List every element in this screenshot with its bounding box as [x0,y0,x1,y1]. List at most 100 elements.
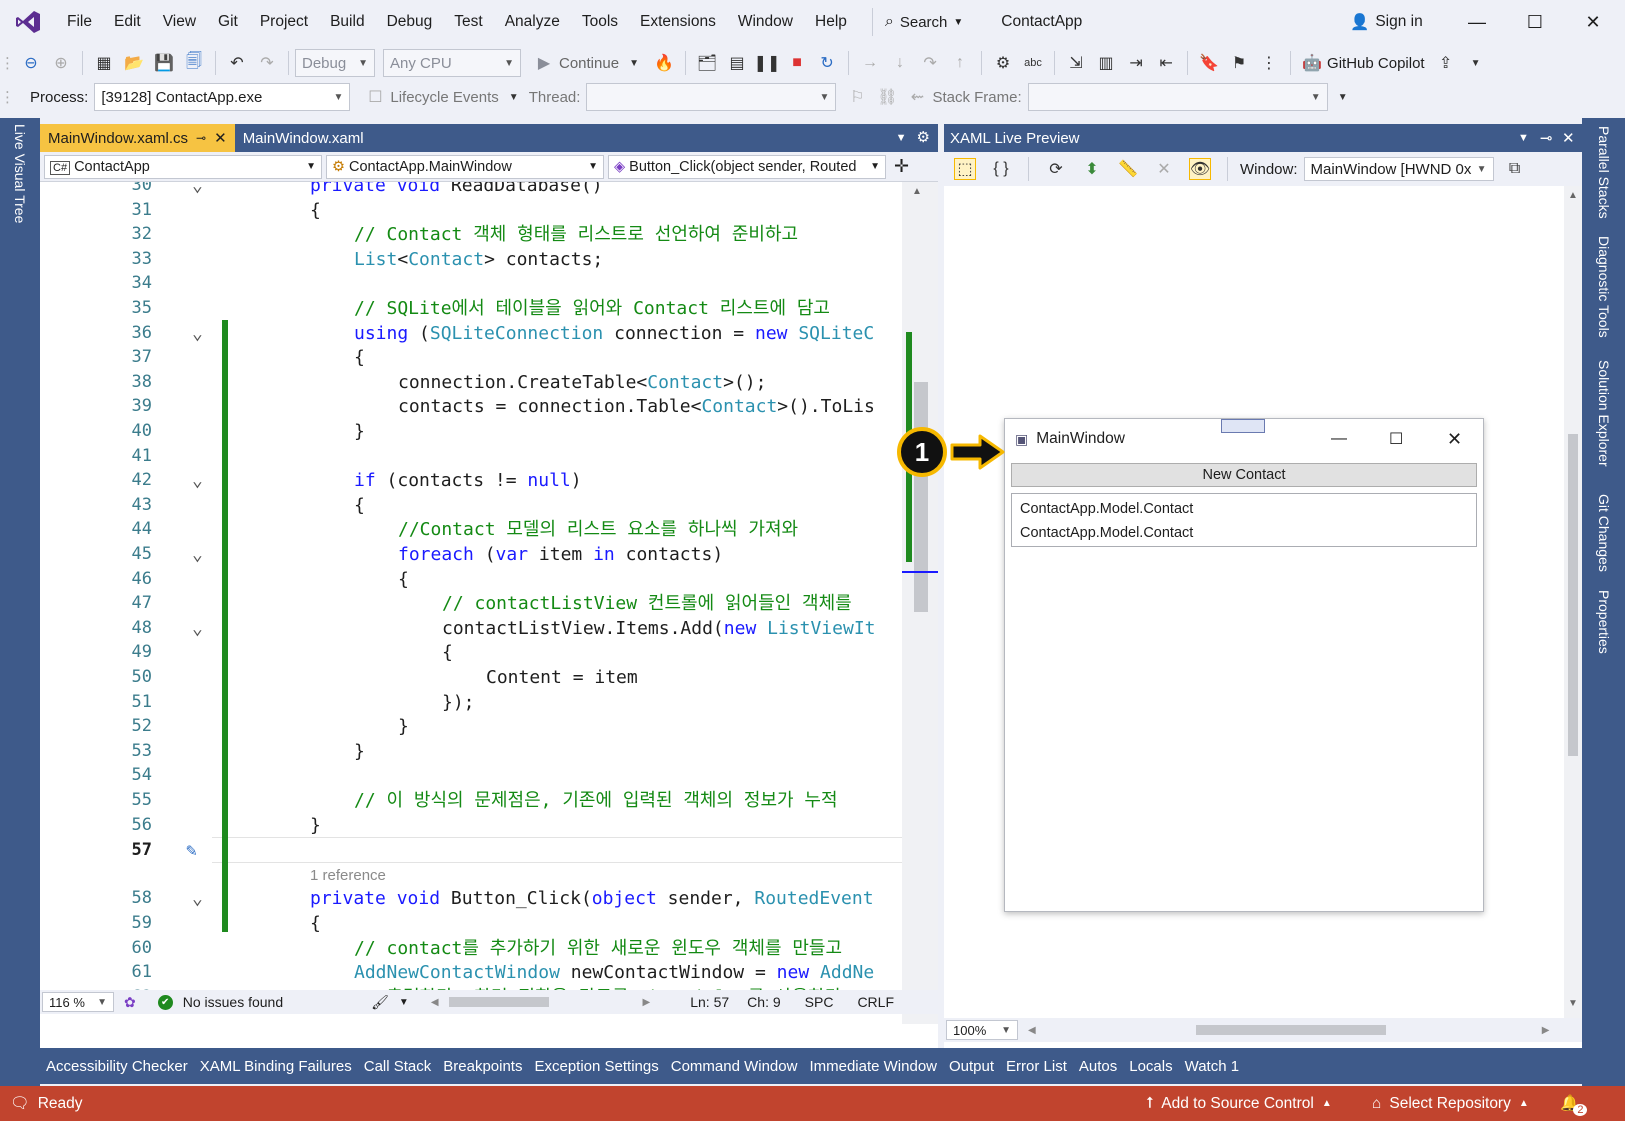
format-icon[interactable]: ⇲ [1065,52,1087,74]
column-indicator[interactable]: Ch: 9 [747,994,780,1010]
menu-view[interactable]: View [152,0,207,44]
code-line-60[interactable]: 60 // contact를 추가하기 위한 새로운 윈도우 객체를 만들고 [40,936,902,961]
tool-tab-watch-1[interactable]: Watch 1 [1179,1058,1245,1075]
stack-frame-select[interactable]: ▼ [1027,83,1328,111]
preview-vertical-scrollbar[interactable]: ▲ ▼ [1564,186,1582,1018]
step-out-icon[interactable]: ↑ [949,52,971,74]
tool-tab-xaml-binding-failures[interactable]: XAML Binding Failures [194,1058,358,1075]
search-button[interactable]: ⌕ Search ▼ [871,8,963,36]
forward-icon[interactable]: ⊕ [50,52,72,74]
scroll-down-icon[interactable]: ▼ [1568,998,1578,1009]
code-line-44[interactable]: 44 //Contact 모델의 리스트 요소를 하나씩 가져와 [40,517,902,542]
tool-tab-command-window[interactable]: Command Window [665,1058,804,1075]
maximize-button[interactable]: ☐ [1508,0,1562,44]
code-line-46[interactable]: 46 { [40,567,902,592]
step-into-icon[interactable]: ↓ [889,52,911,74]
binding-icon[interactable]: { } [990,158,1012,180]
chevron-down-icon[interactable]: ▼ [1465,52,1487,74]
code-line-37[interactable]: 37 { [40,345,902,370]
continue-button[interactable]: Continue [559,55,619,72]
menu-file[interactable]: File [56,0,103,44]
menu-build[interactable]: Build [319,0,375,44]
diagnostic-tools-tab[interactable]: Diagnostic Tools [1596,236,1612,338]
menu-extensions[interactable]: Extensions [629,0,727,44]
code-line-49[interactable]: 49 { [40,640,902,665]
adorner-icon[interactable]: ⬍ [1081,158,1103,180]
git-changes-tab[interactable]: Git Changes [1596,494,1612,572]
wpf-minimize-button[interactable]: — [1331,430,1347,448]
tool-tab-accessibility-checker[interactable]: Accessibility Checker [40,1058,194,1075]
menu-debug[interactable]: Debug [376,0,444,44]
member-select[interactable]: ◈ Button_Click(object sender, Routed ▼ [608,154,886,179]
tab-list-chevron-icon[interactable]: ▼ [896,124,907,152]
h-scroll-right-icon[interactable]: ▶ [643,997,651,1008]
cleanup-brush-icon[interactable]: 🖌 [371,994,389,1011]
scroll-up-icon[interactable]: ▲ [912,186,922,197]
tool-tab-locals[interactable]: Locals [1123,1058,1178,1075]
lifecycle-events-button[interactable]: Lifecycle Events [390,89,498,106]
menu-help[interactable]: Help [804,0,858,44]
outdent-icon[interactable]: ⇤ [1155,52,1177,74]
code-line-30[interactable]: 30 ⌄ private void ReadDatabase() [40,182,902,198]
list-item[interactable]: ContactApp.Model.Contact [1020,498,1468,522]
solution-explorer-tab[interactable]: Solution Explorer [1596,360,1612,467]
tool-tab-breakpoints[interactable]: Breakpoints [437,1058,528,1075]
debug-tools-icon[interactable]: ⚙ [992,52,1014,74]
code-line-53[interactable]: 53} [40,739,902,764]
menu-test[interactable]: Test [443,0,493,44]
fold-chevron-icon[interactable]: ⌄ [192,542,203,567]
ruler-icon[interactable]: 📏 [1117,158,1139,180]
select-repository-button[interactable]: ⌂ Select Repository ▲ [1372,1095,1529,1113]
github-copilot-button[interactable]: GitHub Copilot [1327,55,1425,72]
share-icon[interactable]: ⇪ [1435,52,1457,74]
h-scroll-thumb[interactable] [448,997,549,1007]
tab-mainwindow-xaml-cs[interactable]: MainWindow.xaml.cs ⊸ ✕ [40,124,235,152]
menu-git[interactable]: Git [207,0,249,44]
scroll-thumb[interactable] [914,382,928,612]
step-over-icon[interactable]: ↷ [919,52,941,74]
config-select[interactable]: Debug ▼ [295,49,375,77]
tool-tab-exception-settings[interactable]: Exception Settings [528,1058,664,1075]
lifecycle-icon[interactable]: ☐ [364,86,386,108]
code-line-61[interactable]: 61 AddNewContactWindow newContactWindow =… [40,960,902,985]
code-line-43[interactable]: 43 { [40,493,902,518]
new-project-icon[interactable]: ▦ [93,52,115,74]
code-line-54[interactable]: 54 [40,763,902,788]
wpf-close-button[interactable]: ✕ [1447,429,1462,450]
intellicode-icon[interactable]: ✿ [124,994,136,1011]
code-line-35[interactable]: 35 // SQLite에서 테이블을 읽어와 Contact 리스트에 담고 [40,296,902,321]
back-icon[interactable]: ⊖ [20,52,42,74]
tool-tab-error-list[interactable]: Error List [1000,1058,1073,1075]
editor-vertical-scrollbar[interactable]: ▲ ▼ [902,182,938,1024]
list-item[interactable]: ContactApp.Model.Contact [1020,522,1468,546]
preview-zoom-select[interactable]: 100% ▼ [946,1020,1018,1040]
restart-icon[interactable]: ↻ [816,52,838,74]
code-line-45[interactable]: 45 ⌄ foreach (var item in contacts) [40,542,902,567]
tool-tab-immediate-window[interactable]: Immediate Window [803,1058,943,1075]
sign-in-button[interactable]: 👤 Sign in [1350,0,1423,44]
code-line-50[interactable]: 50 Content = item [40,665,902,690]
hot-reload-icon[interactable]: ⟳ [1045,158,1067,180]
pin-icon[interactable]: ⊸ [196,131,206,145]
h-scroll-left-icon[interactable]: ◀ [431,997,439,1008]
properties-tab[interactable]: Properties [1596,590,1612,654]
hot-reload-icon[interactable]: 🔥 [653,52,675,74]
menu-project[interactable]: Project [249,0,319,44]
scroll-thumb[interactable] [1568,434,1578,756]
clear-icon[interactable]: ✕ [1153,158,1175,180]
undo-icon[interactable]: ↶ [226,52,248,74]
h-scroll-right-icon[interactable]: ▶ [1542,1025,1550,1036]
code-line-52[interactable]: 52} [40,714,902,739]
menu-analyze[interactable]: Analyze [494,0,571,44]
bookmark-icon[interactable]: 🔖 [1198,52,1220,74]
line-ending-indicator[interactable]: CRLF [857,994,894,1010]
window-select[interactable]: MainWindow [HWND 0x ▼ [1303,157,1494,181]
code-line-59[interactable]: 59 { [40,911,902,936]
scroll-up-icon[interactable]: ▲ [1568,190,1578,201]
open-folder-icon[interactable]: 📂 [123,52,145,74]
pause-icon[interactable]: ❚❚ [754,52,781,74]
more-icon[interactable]: ⋮ [1258,52,1280,74]
drag-handle[interactable] [1221,419,1265,433]
fold-chevron-icon[interactable]: ⌄ [192,182,203,198]
code-line-48[interactable]: 48 ⌄ contactListView.Items.Add(new ListVie… [40,616,902,641]
